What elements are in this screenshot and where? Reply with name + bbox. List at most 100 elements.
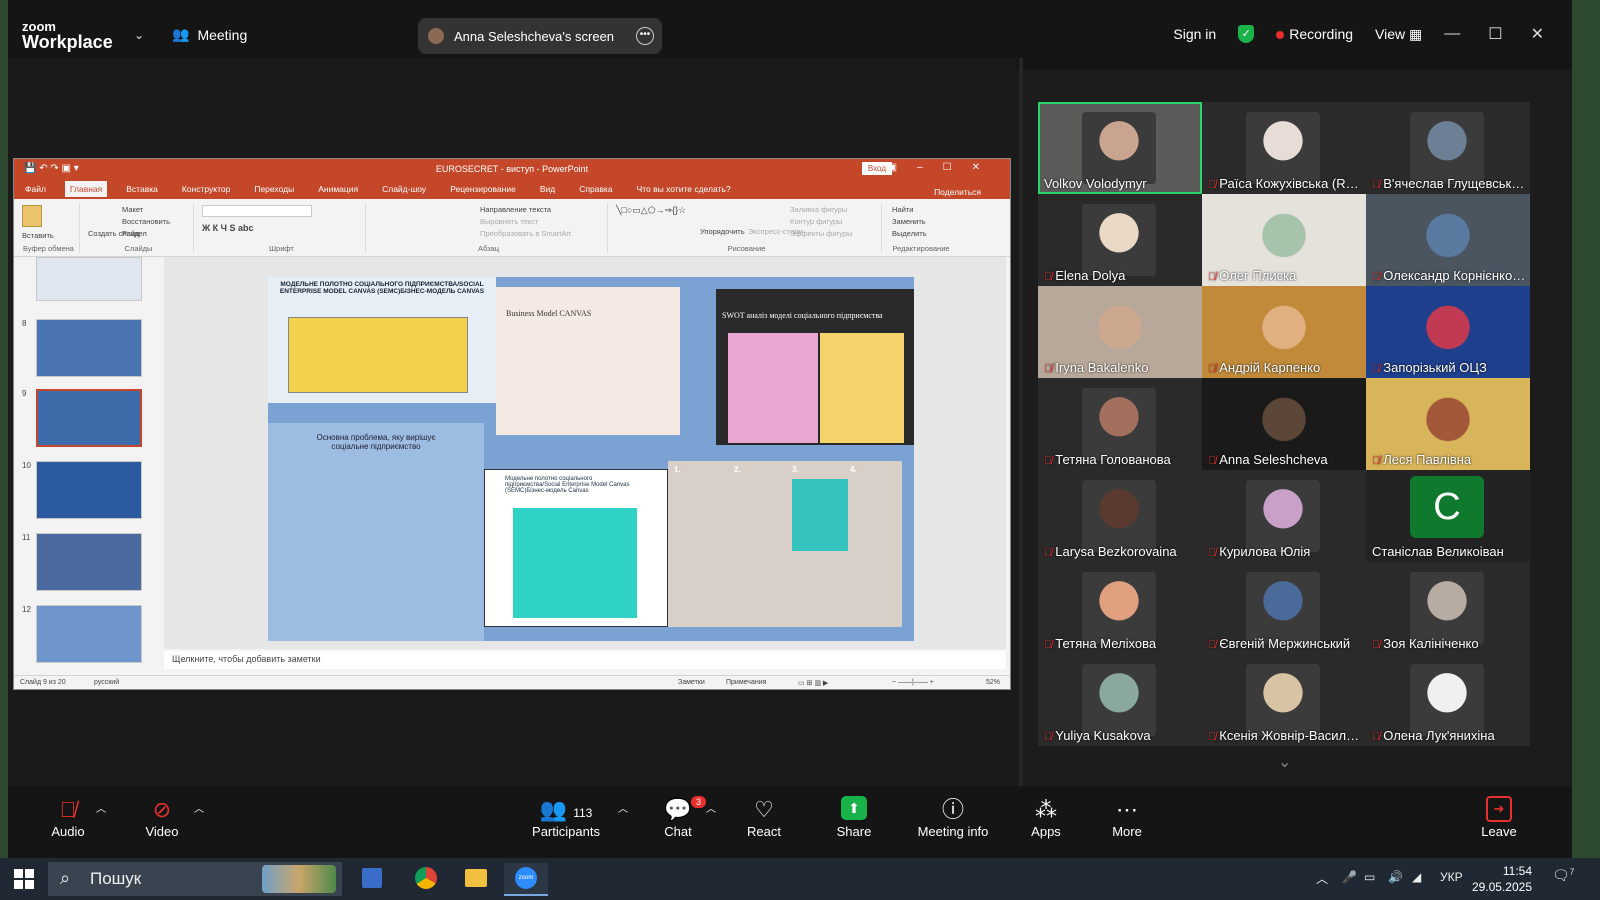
chevron-down-icon[interactable]: ⌄ [1278, 752, 1291, 772]
tab-help[interactable]: Справка [574, 181, 617, 197]
participant-tile[interactable]: 🎙̸ Олег Плиска [1202, 194, 1366, 286]
video-options-caret[interactable]: ︿ [194, 800, 204, 815]
slide-thumbnail[interactable] [36, 257, 142, 301]
leave-button[interactable]: ➜ Leave [1474, 796, 1524, 839]
tab-transitions[interactable]: Переходы [249, 181, 299, 197]
taskbar-clock[interactable]: 11:54 29.05.2025 [1472, 863, 1532, 895]
tab-home[interactable]: Главная [64, 181, 108, 197]
language-indicator[interactable]: УКР [1440, 870, 1463, 884]
replace-button[interactable]: Заменить [892, 217, 926, 226]
align-text-button[interactable]: Выровнять текст [480, 217, 538, 226]
more-options-icon[interactable]: ••• [636, 27, 654, 45]
participant-tile[interactable]: 🎙̸ Курилова Юлія [1202, 470, 1366, 562]
font-name-box[interactable] [202, 205, 312, 217]
participant-tile[interactable]: 🎙̸ Iryna Bakalenko [1038, 286, 1202, 378]
slide-thumbnail[interactable] [36, 605, 142, 663]
participant-tile[interactable]: C Станіслав Великоіван [1366, 470, 1530, 562]
tray-expand-icon[interactable]: ︿ [1316, 870, 1328, 887]
participant-tile[interactable]: 🎙̸ Ксенія Жовнір-Василе... [1202, 654, 1366, 746]
text-direction-button[interactable]: Направление текста [480, 205, 551, 214]
view-button[interactable]: View ▦ [1375, 26, 1422, 43]
reset-button[interactable]: Восстановить [122, 217, 170, 226]
find-button[interactable]: Найти [892, 205, 913, 214]
share-screen-button[interactable]: ⬆ Share [828, 796, 880, 839]
shape-outline-button[interactable]: Контур фигуры [790, 217, 842, 226]
shapes-gallery[interactable]: ╲□○▭△⬠→⇒{}☆ [616, 205, 686, 216]
panel-splitter[interactable] [1019, 58, 1023, 786]
tab-animations[interactable]: Анимация [313, 181, 363, 197]
taskbar-app-zoom[interactable]: zoom [504, 863, 548, 896]
smartart-button[interactable]: Преобразовать в SmartArt [480, 229, 571, 238]
windows-start-icon[interactable] [14, 869, 34, 889]
shared-screen-indicator[interactable]: Anna Seleshcheva's screen ••• [418, 18, 662, 54]
participant-tile[interactable]: 🎙̸ Yuliya Kusakova [1038, 654, 1202, 746]
apps-button[interactable]: ⁂ Apps [1024, 796, 1068, 839]
tab-review[interactable]: Рецензирование [445, 181, 521, 197]
tab-design[interactable]: Конструктор [177, 181, 235, 197]
zoom-level[interactable]: 52% [986, 679, 1000, 686]
paste-icon[interactable] [22, 205, 42, 227]
taskbar-app-save[interactable] [350, 863, 394, 896]
participant-tile[interactable]: 🎙̸ Зоя Калініченко [1366, 562, 1530, 654]
participant-tile[interactable]: 🎙̸ Elena Dolya [1038, 194, 1202, 286]
tab-file[interactable]: Файл [20, 181, 51, 197]
audio-button[interactable]: 🎙̸ Audio [42, 796, 94, 839]
notifications-icon[interactable]: 🗨7 [1552, 867, 1574, 884]
participant-tile[interactable]: 🎙̸ Тетяна Голованова [1038, 378, 1202, 470]
language-indicator[interactable]: русский [94, 679, 119, 686]
maximize-icon[interactable]: ☐ [1488, 24, 1502, 44]
audio-options-caret[interactable]: ︿ [96, 800, 106, 815]
notes-toggle[interactable]: Заметки [678, 679, 705, 686]
current-slide[interactable]: МОДЕЛЬНЕ ПОЛОТНО СОЦІАЛЬНОГО ПІДПРИЄМСТВ… [268, 277, 914, 641]
meeting-menu-button[interactable]: 👥 Meeting [172, 26, 247, 43]
participant-tile[interactable]: 🎙̸ Запорізький ОЦЗ [1366, 286, 1530, 378]
ppt-window-controls[interactable]: ▣–☐✕ [888, 162, 1000, 173]
taskbar-search[interactable]: ⌕ Пошук [48, 862, 342, 896]
speaker-icon[interactable]: 🔊 [1388, 870, 1403, 884]
participant-tile[interactable]: 🎙̸ Тетяна Меліхова [1038, 562, 1202, 654]
ppt-share-button[interactable]: Поделиться [929, 184, 986, 200]
tab-slideshow[interactable]: Слайд-шоу [377, 181, 431, 197]
layout-button[interactable]: Макет [122, 205, 143, 214]
participant-tile[interactable]: 🎙̸ Anna Seleshcheva [1202, 378, 1366, 470]
meeting-info-button[interactable]: ⓘ Meeting info [908, 796, 998, 839]
participant-tile[interactable]: Volkov Volodymyr [1038, 102, 1202, 194]
battery-icon[interactable]: ▭ [1364, 870, 1375, 884]
network-icon[interactable]: ◢ [1412, 870, 1421, 884]
select-button[interactable]: Выделить [892, 229, 927, 238]
participants-button[interactable]: 👥 113 Participants [518, 796, 614, 839]
slide-thumbnail[interactable] [36, 319, 142, 377]
paste-button[interactable]: Вставить [22, 231, 54, 240]
participant-tile[interactable]: 🎙̸ Раїса Кожухівська (Rai... [1202, 102, 1366, 194]
chat-button[interactable]: 💬 3 Chat [654, 796, 706, 839]
close-icon[interactable]: ✕ [1531, 24, 1544, 44]
participant-tile[interactable]: 🎙̸ В'ячеслав Глущевськи... [1366, 102, 1530, 194]
slide-thumbnails-panel[interactable]: 8 9 10 11 12 [14, 257, 154, 669]
react-button[interactable]: ♡ React [738, 796, 790, 839]
participant-tile[interactable]: 🎙̸ Олександр Корнієнко ... [1366, 194, 1530, 286]
chevron-down-icon[interactable]: ⌄ [134, 28, 144, 42]
zoom-workplace-logo[interactable]: zoom Workplace [22, 20, 113, 51]
shape-fill-button[interactable]: Заливка фигуры [790, 205, 847, 214]
font-format-buttons[interactable]: Ж К Ч S abc [202, 223, 253, 233]
more-button[interactable]: ⋯ More [1104, 796, 1150, 839]
tab-insert[interactable]: Вставка [121, 181, 163, 197]
participant-tile[interactable]: 🎙̸ Євгеній Мержинський [1202, 562, 1366, 654]
taskbar-app-chrome[interactable] [404, 863, 448, 896]
tab-view[interactable]: Вид [535, 181, 560, 197]
section-button[interactable]: Раздел [122, 229, 147, 238]
participant-tile[interactable]: 🎙̸ Larysa Bezkorovaina [1038, 470, 1202, 562]
participant-tile[interactable]: 🎙̸ Олена Лук'янихіна [1366, 654, 1530, 746]
participant-tile[interactable]: 🎙̸ Леся Павлівна [1366, 378, 1530, 470]
taskbar-app-explorer[interactable] [454, 863, 498, 896]
chat-options-caret[interactable]: ︿ [706, 800, 716, 815]
notes-pane[interactable]: Щелкните, чтобы добавить заметки [164, 651, 1006, 669]
encryption-shield-icon[interactable]: ✓ [1238, 25, 1255, 43]
minimize-icon[interactable]: — [1444, 25, 1460, 43]
sign-in-link[interactable]: Sign in [1173, 26, 1216, 42]
zoom-slider[interactable]: − ——|—— + [892, 679, 934, 686]
comments-toggle[interactable]: Примечания [726, 679, 766, 686]
microphone-icon[interactable]: 🎤 [1342, 870, 1357, 884]
participants-options-caret[interactable]: ︿ [618, 800, 628, 815]
slide-thumbnail-selected[interactable] [36, 389, 142, 447]
